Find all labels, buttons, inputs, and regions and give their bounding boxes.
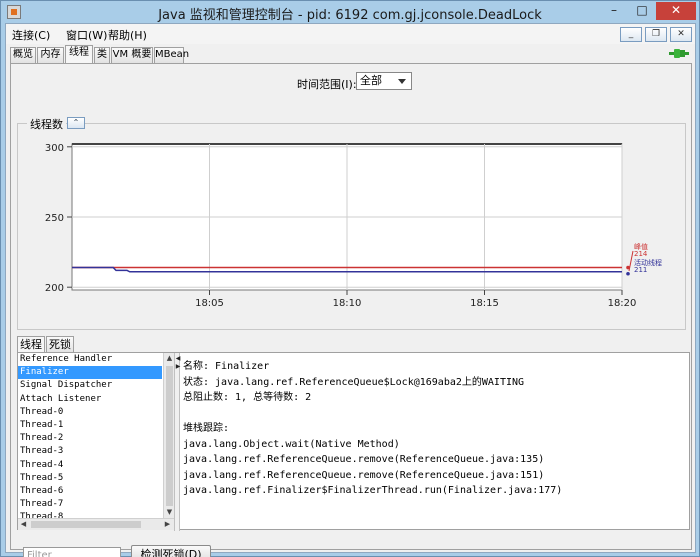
thread-count-plot: 18:05 18:10 18:15 18:20200250300峰值214活动线程21… bbox=[45, 143, 662, 309]
internal-frame-controls: _ ❐ ✕ bbox=[617, 26, 692, 42]
thread-panel: Reference Handler Finalizer Signal Dispatc… bbox=[17, 352, 690, 531]
threads-tab-panel: 时间范围(I): 全部 18:05 18:10 18:15 18:20 200 250 30… bbox=[10, 63, 692, 557]
thread-list-item[interactable]: Thread-5 bbox=[18, 472, 162, 485]
y-tick-label: 200 bbox=[45, 283, 64, 294]
thread-list-item[interactable]: Thread-4 bbox=[18, 459, 162, 472]
stack-frame: java.lang.Object.wait(Native Method) bbox=[183, 438, 400, 450]
time-range-label: 时间范围(I): bbox=[297, 78, 357, 91]
tab-deadlock[interactable]: 死锁 bbox=[46, 336, 74, 353]
stack-frame: java.lang.ref.ReferenceQueue.remove(Refe… bbox=[183, 454, 545, 465]
x-tick-label: 18:05 bbox=[195, 298, 224, 309]
split-pane-divider[interactable]: ◀ ▶ bbox=[174, 353, 180, 531]
y-tick-label: 300 bbox=[45, 143, 64, 154]
scroll-left-arrow-icon[interactable]: ◀ bbox=[18, 519, 29, 530]
tab-memory[interactable]: 内存 bbox=[37, 47, 64, 63]
thread-list[interactable]: Reference Handler Finalizer Signal Dispatc… bbox=[18, 353, 162, 518]
connection-status-icon bbox=[669, 49, 689, 58]
thread-list-item[interactable]: Finalizer bbox=[18, 366, 162, 380]
stack-frame: java.lang.ref.ReferenceQueue.remove(Refe… bbox=[183, 469, 545, 481]
thread-state: 状态: java.lang.ref.ReferenceQueue$Lock@16… bbox=[183, 376, 525, 388]
client-area: 连接(C) 窗口(W) 帮助(H) _ ❐ ✕ 概览 内存 线程 类 VM 概要 M… bbox=[5, 23, 696, 557]
thread-list-item[interactable]: Attach Listener bbox=[18, 393, 162, 406]
tab-threads[interactable]: 线程 bbox=[65, 45, 93, 63]
x-tick-label: 18:10 bbox=[333, 298, 362, 309]
thread-name: 名称: Finalizer bbox=[183, 361, 270, 372]
tab-mbean[interactable]: MBean bbox=[154, 47, 189, 63]
detect-deadlock-button[interactable]: 检测死锁(D) bbox=[131, 545, 211, 557]
menu-bar: 连接(C) 窗口(W) 帮助(H) _ ❐ ✕ bbox=[6, 24, 695, 44]
scroll-right-arrow-icon[interactable]: ▶ bbox=[162, 519, 173, 530]
thread-list-horizontal-scrollbar[interactable]: ◀ ▶ bbox=[18, 518, 174, 530]
splitter-right-arrow-icon[interactable]: ▶ bbox=[175, 363, 181, 370]
horizontal-scroll-thumb[interactable] bbox=[31, 521, 141, 528]
menu-window[interactable]: 窗口(W) bbox=[66, 27, 107, 43]
y-tick-label: 250 bbox=[45, 213, 64, 224]
tab-thread-list[interactable]: 线程 bbox=[17, 336, 45, 353]
thread-list-item[interactable]: Thread-6 bbox=[18, 485, 162, 498]
thread-details: 名称: Finalizer 状态: java.lang.ref.Referenc… bbox=[183, 359, 562, 499]
window-minimize-button[interactable]: – bbox=[600, 2, 628, 20]
thread-list-vertical-scrollbar[interactable]: ▲ ▼ bbox=[163, 353, 174, 518]
internal-close-button[interactable]: ✕ bbox=[670, 27, 692, 42]
thread-list-item[interactable]: Thread-7 bbox=[18, 498, 162, 511]
title-bar[interactable]: Java 监视和管理控制台 - pid: 6192 com.gj.jconsol… bbox=[1, 1, 699, 23]
details-spacer bbox=[183, 406, 562, 422]
window-title: Java 监视和管理控制台 - pid: 6192 com.gj.jconsol… bbox=[158, 8, 542, 23]
tab-classes[interactable]: 类 bbox=[94, 47, 110, 63]
thread-list-item[interactable]: Signal Dispatcher bbox=[18, 379, 162, 392]
menu-connect[interactable]: 连接(C) bbox=[12, 27, 50, 43]
tab-overview[interactable]: 概览 bbox=[10, 47, 36, 63]
thread-list-item[interactable]: Thread-3 bbox=[18, 445, 162, 458]
legend-value: 214 bbox=[634, 250, 648, 258]
tab-vm-summary[interactable]: VM 概要 bbox=[111, 47, 153, 63]
main-window: Java 监视和管理控制台 - pid: 6192 com.gj.jconsol… bbox=[0, 0, 700, 557]
thread-list-item[interactable]: Thread-1 bbox=[18, 419, 162, 432]
thread-list-item[interactable]: Thread-0 bbox=[18, 406, 162, 419]
thread-filter-input[interactable]: Filter bbox=[23, 547, 121, 557]
series-end-marker bbox=[626, 271, 630, 276]
menu-help[interactable]: 帮助(H) bbox=[108, 27, 147, 43]
internal-restore-button[interactable]: ❐ bbox=[645, 27, 667, 42]
x-tick-label: 18:15 bbox=[470, 298, 499, 309]
thread-count-chart: 18:05 18:10 18:15 18:20 200 250 300 峰值 214 活动线程 21… bbox=[17, 116, 686, 330]
thread-list-item[interactable]: Thread-2 bbox=[18, 432, 162, 445]
x-tick-label: 18:20 bbox=[608, 298, 637, 309]
legend-value: 211 bbox=[634, 266, 647, 274]
stack-frame: java.lang.ref.Finalizer$FinalizerThread.… bbox=[183, 485, 563, 496]
thread-list-item[interactable]: Thread-8 bbox=[18, 511, 162, 518]
chart-title: 线程数 bbox=[27, 116, 66, 132]
window-maximize-button[interactable]: □ bbox=[628, 2, 656, 20]
vertical-scroll-thumb[interactable] bbox=[166, 366, 173, 506]
stack-trace-header: 堆栈跟踪: bbox=[183, 423, 230, 434]
window-close-button[interactable]: ✕ bbox=[656, 2, 696, 20]
splitter-left-arrow-icon[interactable]: ◀ bbox=[175, 355, 181, 362]
thread-counts: 总阻止数: 1, 总等待数: 2 bbox=[183, 392, 312, 403]
legend-leader-line bbox=[628, 250, 634, 272]
internal-minimize-button[interactable]: _ bbox=[620, 27, 642, 42]
time-range-select[interactable]: 全部 bbox=[356, 72, 412, 90]
thread-list-item[interactable]: Reference Handler bbox=[18, 353, 162, 366]
collapse-chart-button[interactable]: ⌃ bbox=[67, 117, 85, 129]
